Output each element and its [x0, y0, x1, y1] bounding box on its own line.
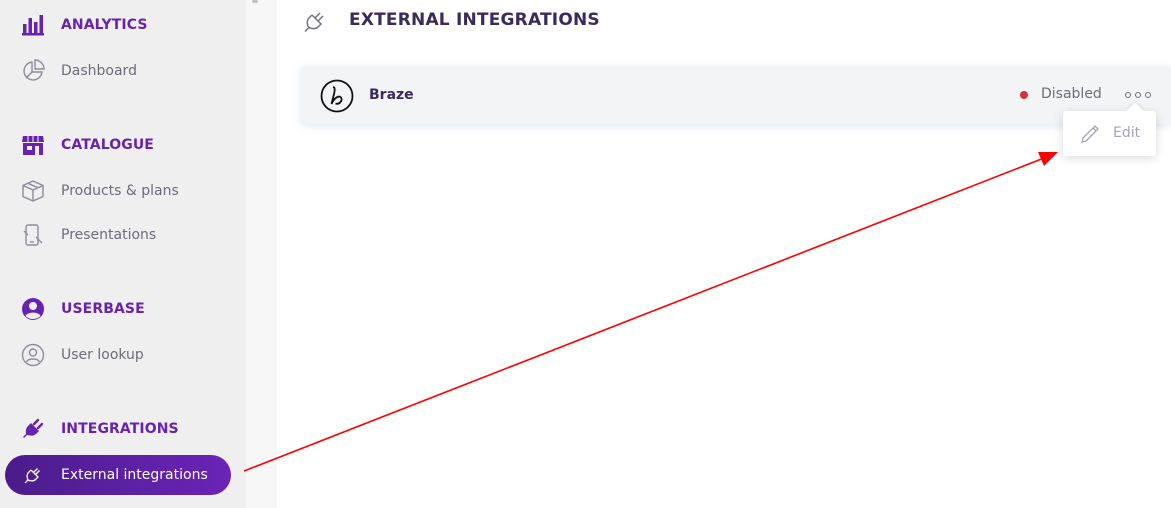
status-dot [1020, 91, 1028, 99]
sidebar-section-label: CATALOGUE [61, 137, 154, 153]
plug-icon [20, 462, 46, 488]
user-icon [20, 342, 46, 368]
sidebar: ANALYTICS Dashboard CATALOGUE Products &… [0, 0, 246, 508]
sidebar-item-label: User lookup [61, 347, 144, 363]
pencil-icon [1079, 123, 1101, 145]
context-menu: Edit [1063, 111, 1156, 156]
sidebar-item-external-integrations[interactable]: External integrations [5, 455, 231, 495]
more-dot-icon [1135, 92, 1141, 98]
user-circle-icon [20, 296, 46, 322]
sidebar-section-label: INTEGRATIONS [61, 421, 179, 437]
braze-logo-icon [320, 79, 354, 113]
sidebar-item-presentations[interactable]: Presentations [0, 220, 246, 250]
more-dot-icon [1125, 92, 1131, 98]
sidebar-item-label: Products & plans [61, 183, 179, 199]
integration-name: Braze [369, 87, 414, 103]
pie-chart-icon [20, 58, 46, 84]
edit-menu-item[interactable]: Edit [1063, 111, 1156, 156]
sidebar-gutter [246, 0, 277, 508]
plug-icon [300, 6, 330, 36]
phone-icon [20, 222, 46, 248]
box-icon [20, 178, 46, 204]
sidebar-item-label: External integrations [61, 467, 208, 483]
integration-status: Disabled [1041, 86, 1102, 102]
store-icon [20, 132, 46, 158]
sidebar-item-products-plans[interactable]: Products & plans [0, 176, 246, 206]
sidebar-item-label: Dashboard [61, 63, 137, 79]
page-title: EXTERNAL INTEGRATIONS [349, 10, 600, 30]
more-options-button[interactable] [1125, 86, 1151, 104]
scrollbar-thumb[interactable] [252, 0, 258, 3]
bar-chart-icon [20, 12, 46, 38]
sidebar-section-label: ANALYTICS [61, 17, 148, 33]
sidebar-item-label: Presentations [61, 227, 157, 243]
sidebar-section-label: USERBASE [61, 301, 145, 317]
sidebar-item-dashboard[interactable]: Dashboard [0, 56, 246, 86]
edit-menu-label: Edit [1113, 125, 1141, 141]
more-dot-icon [1145, 92, 1151, 98]
sidebar-item-user-lookup[interactable]: User lookup [0, 340, 246, 370]
plug-icon [20, 416, 46, 442]
integration-card: Braze Disabled [301, 66, 1171, 124]
